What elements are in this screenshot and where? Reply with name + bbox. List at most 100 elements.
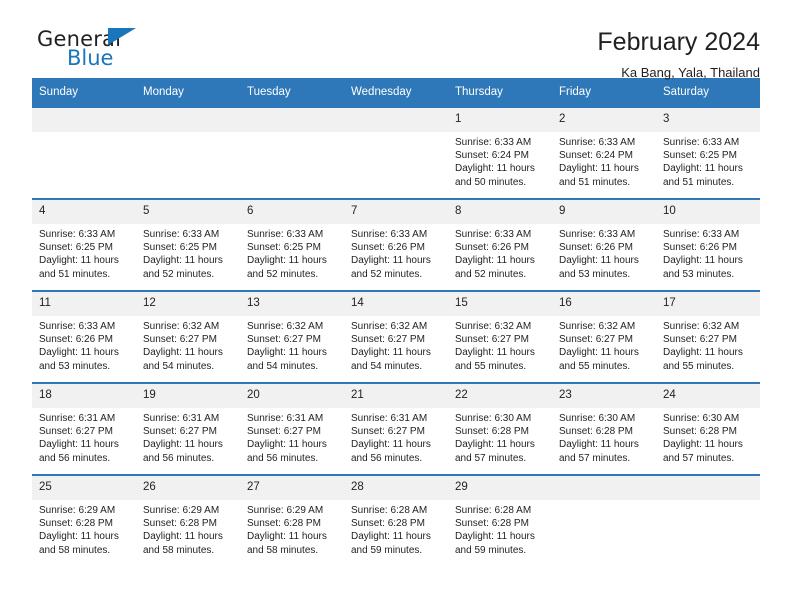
calendar-day-cell[interactable]: 29 Sunrise: 6:28 AM Sunset: 6:28 PM Dayligh… [448,474,552,566]
day-sun-info: Sunrise: 6:29 AM Sunset: 6:28 PM Daylight:… [240,500,344,557]
day-sunrise-text: Sunrise: 6:31 AM [247,413,324,424]
day-daylight1-text: Daylight: 11 hours [247,439,327,451]
day-sunrise-text: Sunrise: 6:32 AM [351,321,428,332]
calendar-day-cell[interactable]: 28 Sunrise: 6:28 AM Sunset: 6:28 PM Dayligh… [344,474,448,566]
day-sun-info: Sunrise: 6:33 AM Sunset: 6:25 PM Daylight:… [32,224,136,281]
day-number: 4 [32,200,136,224]
day-sunrise-text: Sunrise: 6:32 AM [247,321,324,332]
calendar-day-cell[interactable]: 17 Sunrise: 6:32 AM Sunset: 6:27 PM Dayligh… [656,290,760,383]
day-daylight1-text: Daylight: 11 hours [351,439,431,451]
day-number [344,108,448,132]
day-daylight1-text: Daylight: 11 hours [39,531,119,543]
day-sun-info: Sunrise: 6:32 AM Sunset: 6:27 PM Daylight:… [552,316,656,373]
day-sunrise-text: Sunrise: 6:30 AM [663,413,740,424]
day-number: 8 [448,200,552,224]
calendar-day-cell[interactable]: 27 Sunrise: 6:29 AM Sunset: 6:28 PM Dayligh… [240,474,344,566]
day-number: 2 [552,108,656,132]
day-daylight2-text: and 55 minutes. [663,360,735,372]
day-sunset-text: Sunset: 6:27 PM [663,334,737,346]
day-number: 17 [656,292,760,316]
day-number: 23 [552,384,656,408]
calendar-day-cell[interactable]: 13 Sunrise: 6:32 AM Sunset: 6:27 PM Dayligh… [240,290,344,383]
logo-triangle-icon [108,28,136,45]
day-sunrise-text: Sunrise: 6:29 AM [39,505,116,516]
calendar-day-cell[interactable]: 14 Sunrise: 6:32 AM Sunset: 6:27 PM Dayligh… [344,290,448,383]
calendar-day-cell[interactable]: 18 Sunrise: 6:31 AM Sunset: 6:27 PM Dayligh… [32,382,136,475]
calendar-day-cell-empty [136,108,240,199]
day-sunset-text: Sunset: 6:26 PM [39,334,113,346]
calendar-day-cell[interactable]: 8 Sunrise: 6:33 AM Sunset: 6:26 PM Daylight… [448,198,552,291]
day-sun-info: Sunrise: 6:31 AM Sunset: 6:27 PM Daylight:… [344,408,448,465]
day-sunrise-text: Sunrise: 6:33 AM [559,229,636,240]
day-sun-info: Sunrise: 6:32 AM Sunset: 6:27 PM Daylight:… [656,316,760,373]
calendar-day-cell[interactable]: 1 Sunrise: 6:33 AM Sunset: 6:24 PM Daylight… [448,108,552,199]
day-daylight1-text: Daylight: 11 hours [663,163,743,175]
day-sunrise-text: Sunrise: 6:30 AM [559,413,636,424]
day-number: 11 [32,292,136,316]
day-sunrise-text: Sunrise: 6:33 AM [247,229,324,240]
day-daylight2-text: and 57 minutes. [559,452,631,464]
generalblue-logo[interactable]: General Blue [32,26,154,78]
calendar-day-cell[interactable]: 2 Sunrise: 6:33 AM Sunset: 6:24 PM Daylight… [552,108,656,199]
day-number: 13 [240,292,344,316]
calendar-day-cell[interactable]: 16 Sunrise: 6:32 AM Sunset: 6:27 PM Dayligh… [552,290,656,383]
day-daylight1-text: Daylight: 11 hours [559,439,639,451]
day-number: 15 [448,292,552,316]
day-sunrise-text: Sunrise: 6:28 AM [351,505,428,516]
day-sunset-text: Sunset: 6:27 PM [351,334,425,346]
day-daylight1-text: Daylight: 11 hours [351,347,431,359]
day-daylight1-text: Daylight: 11 hours [143,255,223,267]
weekday-header-thursday: Thursday [448,78,552,108]
day-sun-info: Sunrise: 6:33 AM Sunset: 6:26 PM Daylight:… [448,224,552,281]
day-sunset-text: Sunset: 6:27 PM [559,334,633,346]
day-number: 10 [656,200,760,224]
day-number: 25 [32,476,136,500]
calendar-week-row: 18 Sunrise: 6:31 AM Sunset: 6:27 PM Dayligh… [32,382,760,475]
day-sunset-text: Sunset: 6:27 PM [247,426,321,438]
calendar-week-row: 11 Sunrise: 6:33 AM Sunset: 6:26 PM Dayligh… [32,290,760,383]
calendar-body: 1 Sunrise: 6:33 AM Sunset: 6:24 PM Daylight… [32,108,760,566]
day-sun-info: Sunrise: 6:30 AM Sunset: 6:28 PM Daylight:… [448,408,552,465]
day-daylight2-text: and 53 minutes. [559,268,631,280]
day-number [656,476,760,500]
calendar-day-cell[interactable]: 3 Sunrise: 6:33 AM Sunset: 6:25 PM Daylight… [656,108,760,199]
day-daylight1-text: Daylight: 11 hours [663,439,743,451]
calendar-day-cell[interactable]: 6 Sunrise: 6:33 AM Sunset: 6:25 PM Daylight… [240,198,344,291]
day-number [240,108,344,132]
calendar-day-cell[interactable]: 11 Sunrise: 6:33 AM Sunset: 6:26 PM Dayligh… [32,290,136,383]
calendar-day-cell[interactable]: 5 Sunrise: 6:33 AM Sunset: 6:25 PM Daylight… [136,198,240,291]
day-sunset-text: Sunset: 6:28 PM [39,518,113,530]
calendar-day-cell[interactable]: 9 Sunrise: 6:33 AM Sunset: 6:26 PM Daylight… [552,198,656,291]
day-number: 6 [240,200,344,224]
calendar-day-cell[interactable]: 4 Sunrise: 6:33 AM Sunset: 6:25 PM Daylight… [32,198,136,291]
weekday-header-saturday: Saturday [656,78,760,108]
day-sunset-text: Sunset: 6:24 PM [559,150,633,162]
calendar-day-cell[interactable]: 25 Sunrise: 6:29 AM Sunset: 6:28 PM Dayligh… [32,474,136,566]
calendar-day-cell[interactable]: 24 Sunrise: 6:30 AM Sunset: 6:28 PM Dayligh… [656,382,760,475]
calendar-day-cell[interactable]: 21 Sunrise: 6:31 AM Sunset: 6:27 PM Dayligh… [344,382,448,475]
day-sunrise-text: Sunrise: 6:32 AM [663,321,740,332]
day-sun-info: Sunrise: 6:28 AM Sunset: 6:28 PM Daylight:… [448,500,552,557]
day-daylight2-text: and 50 minutes. [455,176,527,188]
day-daylight1-text: Daylight: 11 hours [247,255,327,267]
calendar-day-cell[interactable]: 26 Sunrise: 6:29 AM Sunset: 6:28 PM Dayligh… [136,474,240,566]
calendar-day-cell[interactable]: 23 Sunrise: 6:30 AM Sunset: 6:28 PM Dayligh… [552,382,656,475]
calendar-day-cell[interactable]: 22 Sunrise: 6:30 AM Sunset: 6:28 PM Dayligh… [448,382,552,475]
calendar-day-cell[interactable]: 10 Sunrise: 6:33 AM Sunset: 6:26 PM Dayligh… [656,198,760,291]
calendar-week-row: 1 Sunrise: 6:33 AM Sunset: 6:24 PM Daylight… [32,108,760,199]
calendar-day-cell[interactable]: 20 Sunrise: 6:31 AM Sunset: 6:27 PM Dayligh… [240,382,344,475]
calendar-day-cell[interactable]: 12 Sunrise: 6:32 AM Sunset: 6:27 PM Dayligh… [136,290,240,383]
day-number: 3 [656,108,760,132]
day-sunrise-text: Sunrise: 6:28 AM [455,505,532,516]
calendar-day-cell[interactable]: 7 Sunrise: 6:33 AM Sunset: 6:26 PM Daylight… [344,198,448,291]
day-sunset-text: Sunset: 6:26 PM [351,242,425,254]
day-sunset-text: Sunset: 6:25 PM [663,150,737,162]
day-sunrise-text: Sunrise: 6:32 AM [143,321,220,332]
calendar-day-cell[interactable]: 19 Sunrise: 6:31 AM Sunset: 6:27 PM Dayligh… [136,382,240,475]
day-daylight1-text: Daylight: 11 hours [559,347,639,359]
calendar-header-row: Sunday Monday Tuesday Wednesday Thursday Frid… [32,78,760,108]
calendar-day-cell[interactable]: 15 Sunrise: 6:32 AM Sunset: 6:27 PM Dayligh… [448,290,552,383]
weekday-header-tuesday: Tuesday [240,78,344,108]
day-number: 22 [448,384,552,408]
page-title: February 2024 [597,28,760,56]
